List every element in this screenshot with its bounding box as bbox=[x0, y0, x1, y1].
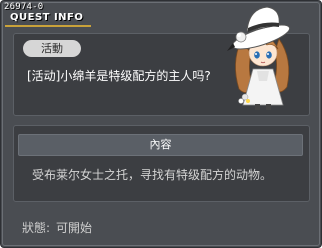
status-value: 可開始 bbox=[56, 221, 93, 235]
content-header: 內容 bbox=[18, 134, 303, 156]
title-underline bbox=[5, 25, 91, 27]
quest-id: 26974-0 bbox=[4, 2, 44, 12]
window-title: QUEST INFO bbox=[10, 12, 84, 23]
status-label: 狀態: bbox=[22, 221, 51, 235]
content-text: 受布莱尔女士之托，寻找有特级配方的动物。 bbox=[32, 168, 273, 182]
quest-info-window: 26974-0 QUEST INFO 活動 [活动]小绵羊是特级配方的主人吗? bbox=[0, 0, 322, 248]
quest-name: [活动]小绵羊是特级配方的主人吗? bbox=[27, 69, 211, 83]
category-badge: 活動 bbox=[23, 40, 81, 57]
npc-girl-with-white-hat-icon bbox=[227, 6, 291, 110]
quest-status: 狀態: 可開始 bbox=[22, 220, 92, 236]
